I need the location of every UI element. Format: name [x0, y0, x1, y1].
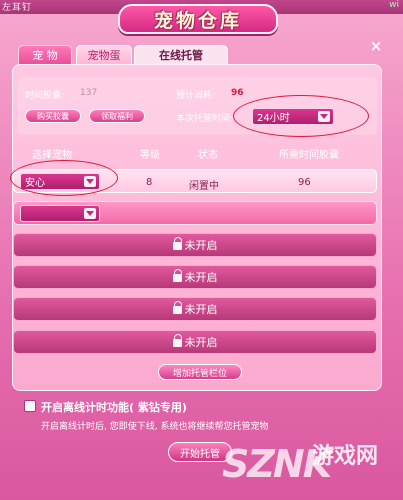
locked-slot-label: 未开启 — [184, 303, 218, 316]
header-status: 状态 — [198, 150, 218, 161]
consume-label: 预计消耗: — [176, 91, 216, 101]
tab-online-hosting[interactable]: 在线托管 — [134, 45, 228, 65]
add-slot-button[interactable]: 增加托管栏位 — [158, 364, 242, 380]
row-capsules: 96 — [298, 177, 311, 188]
close-button[interactable]: × — [368, 38, 384, 54]
claim-welfare-button[interactable]: 领取福利 — [89, 109, 145, 123]
locked-slot: 未开启 — [13, 297, 377, 321]
header-capsules: 所需时间胶囊 — [279, 150, 339, 161]
locked-slot: 未开启 — [13, 330, 377, 354]
locked-slot: 未开启 — [13, 233, 377, 257]
window-title-plate: 宠物仓库 — [118, 4, 278, 34]
header-level: 等级 — [140, 150, 160, 161]
highlight-oval-duration — [233, 95, 369, 137]
header-select-pet: 选择宠物 — [32, 150, 72, 161]
duration-label: 本次托管时间: — [176, 114, 234, 124]
watermark-cn: 游戏网 — [312, 444, 379, 469]
capsule-value: 137 — [80, 88, 98, 98]
locked-slot-label: 未开启 — [184, 336, 218, 349]
locked-slot-label: 未开启 — [184, 271, 218, 284]
highlight-oval-pet — [10, 160, 118, 196]
chevron-down-icon — [84, 208, 96, 219]
window-title: 宠物仓库 — [153, 9, 242, 32]
row-status: 闲置中 — [189, 181, 219, 192]
lock-icon — [172, 334, 182, 347]
offline-timer-desc: 开启离线计时后, 您即使下线, 系统也将继续帮您托管宠物 — [41, 422, 269, 432]
offline-timer-title: 开启离线计时功能( 紫钻专用) — [41, 401, 187, 414]
lock-icon — [172, 301, 182, 314]
locked-slot-label: 未开启 — [184, 239, 218, 252]
buy-capsule-button[interactable]: 购买胶囊 — [25, 109, 81, 123]
pet-select-empty[interactable] — [20, 205, 100, 222]
table-header: 选择宠物 等级 状态 所需时间胶囊 — [17, 142, 377, 162]
offline-timer-checkbox[interactable] — [24, 400, 36, 412]
lock-icon — [172, 237, 182, 250]
consume-value: 96 — [231, 88, 244, 98]
locked-slot: 未开启 — [13, 265, 377, 289]
top-left-text: 左耳钉 — [2, 3, 33, 13]
row-level: 8 — [146, 177, 153, 188]
capsule-label: 时间胶囊: — [25, 91, 65, 101]
tab-pet-eggs[interactable]: 宠物蛋 — [76, 45, 132, 65]
lock-icon — [172, 269, 182, 282]
top-right-text: wi — [389, 0, 399, 10]
tab-pets[interactable]: 宠 物 — [18, 45, 72, 65]
